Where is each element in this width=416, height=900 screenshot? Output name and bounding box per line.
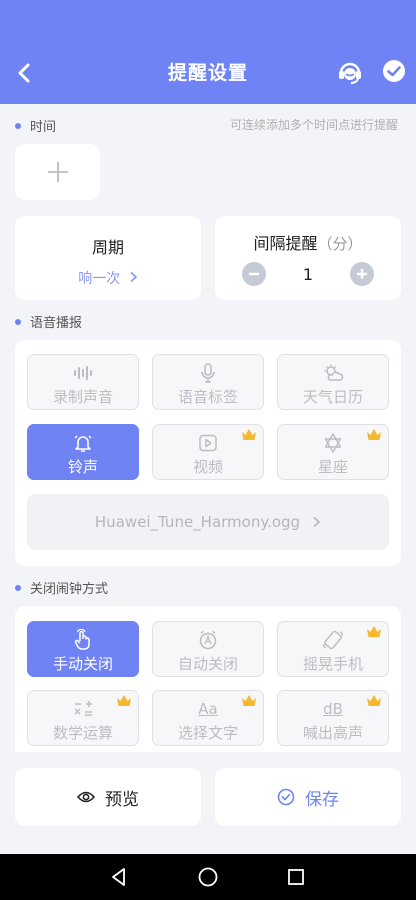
add-time-button[interactable] — [15, 144, 100, 200]
nav-recents-icon[interactable] — [285, 866, 307, 888]
plus-icon — [357, 269, 367, 279]
close-options-card: 手动关闭 自动关闭 摇晃手机 数学运算 Aa 选择文字 dB 喊出高声 — [15, 606, 401, 752]
system-nav-bar — [0, 854, 416, 900]
video-icon — [199, 434, 217, 452]
close-option-shout[interactable]: dB 喊出高声 — [277, 690, 389, 746]
plus-icon — [47, 162, 68, 182]
section-dot-icon — [15, 122, 21, 129]
voice-option-weather[interactable]: 天气日历 — [277, 354, 389, 410]
math-ops-icon — [74, 701, 92, 716]
period-card[interactable]: 周期 响一次 — [15, 216, 201, 300]
period-label: 周期 — [91, 238, 124, 257]
nav-back-icon[interactable] — [108, 866, 130, 888]
chevron-right-icon — [313, 516, 321, 528]
nav-home-icon[interactable] — [197, 866, 219, 888]
crown-icon — [367, 626, 381, 637]
close-option-auto[interactable]: 自动关闭 — [152, 621, 264, 677]
app-header: 提醒设置 — [0, 0, 416, 104]
weather-icon — [324, 364, 344, 381]
time-hint: 可连续添加多个时间点进行提醒 — [229, 118, 398, 132]
waveform-icon — [74, 366, 92, 380]
crown-icon — [367, 695, 381, 706]
crown-icon — [242, 695, 256, 706]
eye-icon — [77, 791, 95, 803]
interval-stepper: 1 — [215, 262, 401, 286]
interval-value: 1 — [302, 264, 314, 284]
close-option-manual[interactable]: 手动关闭 — [27, 621, 139, 677]
interval-label: 间隔提醒（分） — [253, 234, 363, 253]
time-section-label: 时间 — [15, 116, 56, 135]
customer-service-icon[interactable] — [336, 58, 364, 86]
close-option-shake[interactable]: 摇晃手机 — [277, 621, 389, 677]
close-option-math[interactable]: 数学运算 — [27, 690, 139, 746]
shake-phone-icon — [323, 630, 343, 650]
voice-option-tag[interactable]: 语音标签 — [152, 354, 264, 410]
crown-icon — [242, 429, 256, 440]
tap-hand-icon — [74, 629, 90, 650]
section-dot-icon — [15, 318, 21, 325]
confirm-check-icon[interactable] — [382, 59, 406, 83]
voice-option-horoscope[interactable]: 星座 — [277, 424, 389, 480]
bell-icon — [74, 435, 92, 452]
chevron-right-icon — [130, 271, 137, 283]
voice-section-label: 语音播报 — [15, 312, 82, 331]
interval-card: 间隔提醒（分） 1 — [215, 216, 401, 300]
check-circle-icon — [277, 788, 295, 806]
microphone-icon — [201, 363, 215, 383]
decrement-button[interactable] — [242, 262, 266, 286]
minus-icon — [249, 272, 259, 276]
crown-icon — [117, 695, 131, 706]
preview-button[interactable]: 预览 — [15, 768, 201, 826]
increment-button[interactable] — [350, 262, 374, 286]
voice-options-card: 录制声音 语音标签 天气日历 铃声 视频 星座 Huawei_Tune_Harm… — [15, 340, 401, 566]
ringtone-file-selector[interactable]: Huawei_Tune_Harmony.ogg — [27, 494, 389, 550]
section-dot-icon — [15, 584, 21, 591]
voice-option-record[interactable]: 录制声音 — [27, 354, 139, 410]
save-button[interactable]: 保存 — [215, 768, 401, 826]
crown-icon — [367, 429, 381, 440]
star-of-david-icon — [324, 433, 342, 453]
voice-option-video[interactable]: 视频 — [152, 424, 264, 480]
auto-clock-icon — [199, 630, 217, 650]
period-value[interactable]: 响一次 — [15, 268, 201, 288]
voice-option-ringtone[interactable]: 铃声 — [27, 424, 139, 480]
close-option-text[interactable]: Aa 选择文字 — [152, 690, 264, 746]
close-section-label: 关闭闹钟方式 — [15, 578, 108, 597]
